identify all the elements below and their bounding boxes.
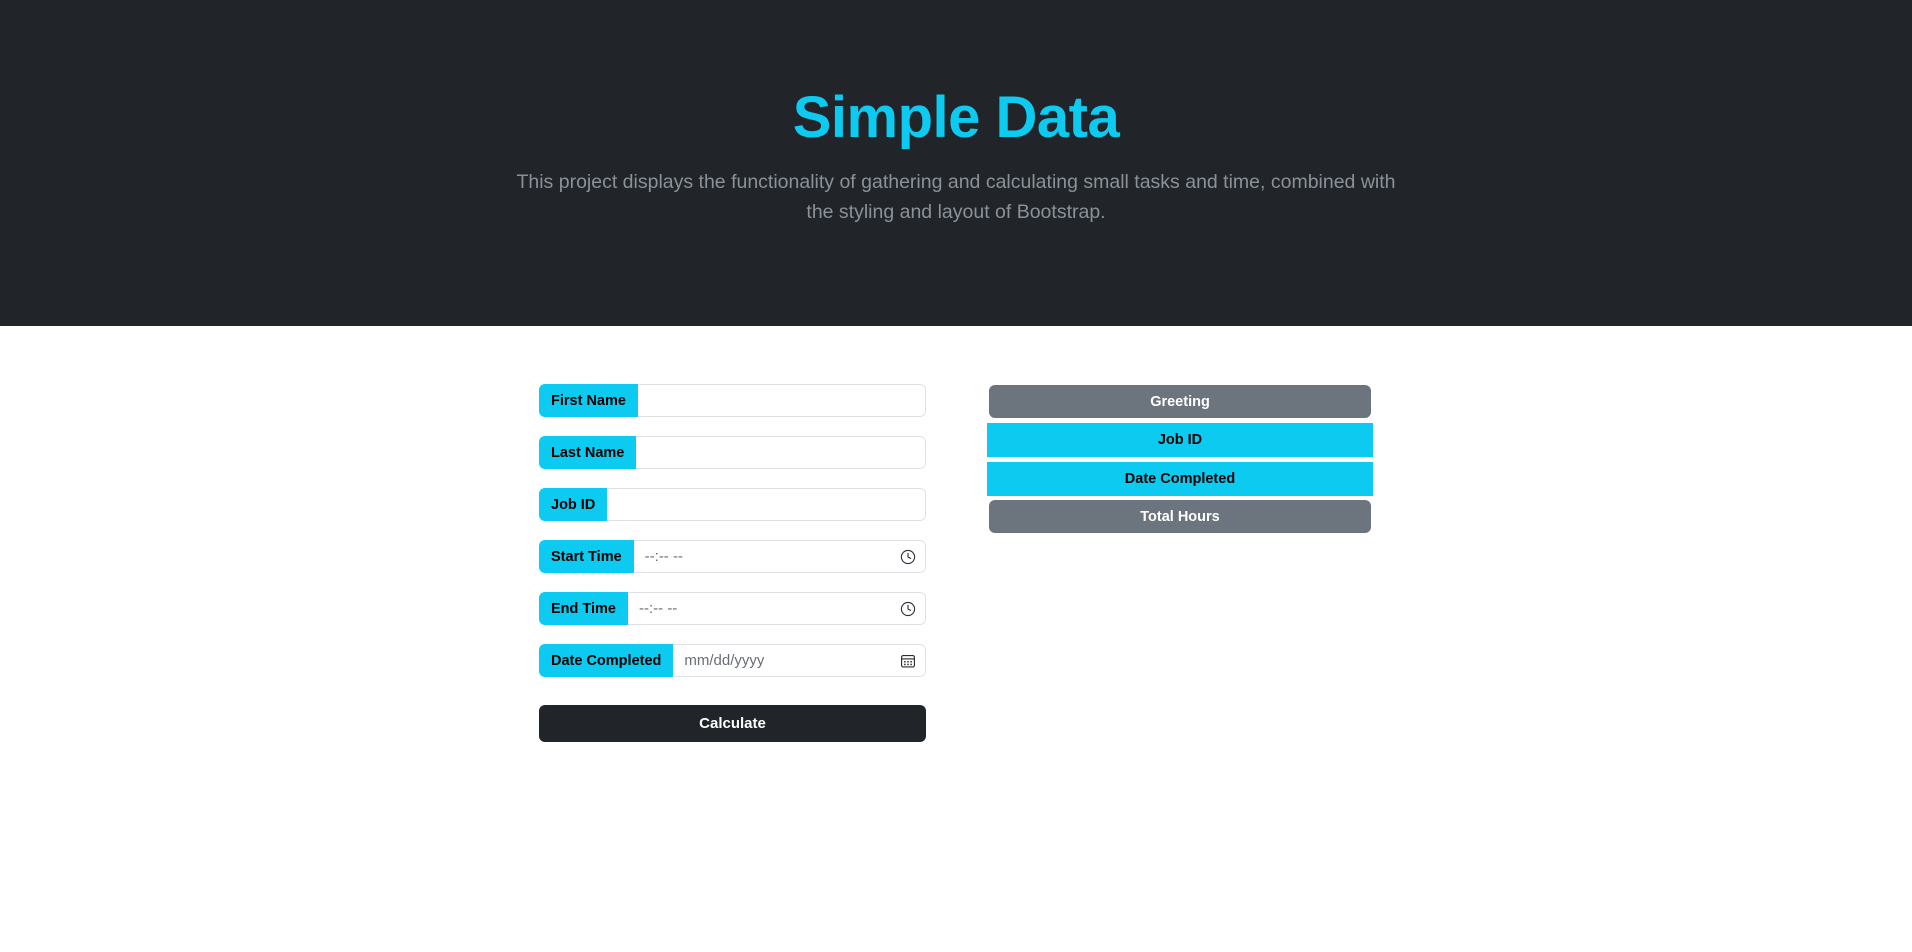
input-group-first-name: First Name <box>539 384 926 417</box>
page-title: Simple Data <box>792 85 1120 150</box>
clock-icon[interactable] <box>899 600 916 617</box>
result-panel-total-hours: Total Hours <box>989 500 1371 533</box>
start-time-input[interactable]: --:-- -- <box>633 540 926 573</box>
calculate-button[interactable]: Calculate <box>539 705 926 742</box>
page-header: Simple Data This project displays the fu… <box>0 0 1912 326</box>
label-job-id: Job ID <box>539 488 608 521</box>
calendar-icon[interactable] <box>899 652 916 669</box>
label-first-name: First Name <box>539 384 638 417</box>
last-name-input[interactable] <box>636 436 926 469</box>
end-time-input[interactable]: --:-- -- <box>628 592 926 625</box>
date-completed-input[interactable]: mm/dd/yyyy <box>673 644 926 677</box>
content-container: First Name Last Name Job ID Start Time -… <box>539 384 1373 742</box>
results-panel-list: Greeting Job ID Date Completed Total Hou… <box>987 384 1373 533</box>
label-last-name: Last Name <box>539 436 637 469</box>
input-group-end-time: End Time --:-- -- <box>539 592 926 625</box>
first-name-input[interactable] <box>637 384 926 417</box>
job-id-input[interactable] <box>607 488 926 521</box>
result-panel-greeting: Greeting <box>989 385 1371 418</box>
result-panel-date-completed: Date Completed <box>987 462 1373 496</box>
data-entry-form: First Name Last Name Job ID Start Time -… <box>539 384 926 742</box>
end-time-value: --:-- -- <box>639 600 678 617</box>
page-subtitle: This project displays the functionality … <box>516 170 1396 224</box>
date-completed-value: mm/dd/yyyy <box>684 652 765 669</box>
label-start-time: Start Time <box>539 540 634 573</box>
label-end-time: End Time <box>539 592 628 625</box>
input-group-last-name: Last Name <box>539 436 926 469</box>
input-group-job-id: Job ID <box>539 488 926 521</box>
input-group-start-time: Start Time --:-- -- <box>539 540 926 573</box>
clock-icon[interactable] <box>899 548 916 565</box>
start-time-value: --:-- -- <box>644 548 683 565</box>
result-panel-job-id: Job ID <box>987 423 1373 457</box>
main-content: First Name Last Name Job ID Start Time -… <box>0 326 1912 952</box>
label-date-completed: Date Completed <box>539 644 674 677</box>
input-group-date-completed: Date Completed mm/dd/yyyy <box>539 644 926 677</box>
